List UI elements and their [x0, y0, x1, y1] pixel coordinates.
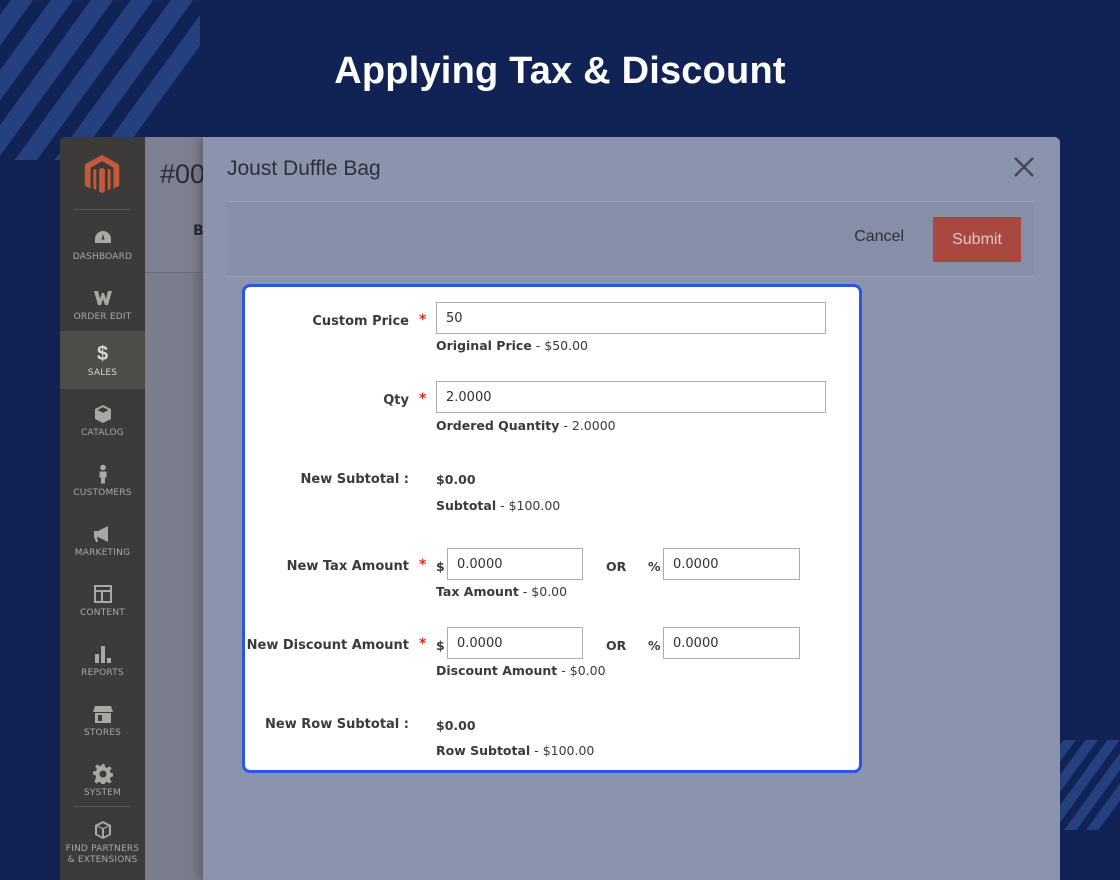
- tax-currency-symbol: $: [436, 559, 445, 574]
- sidebar-item-dashboard[interactable]: DASHBOARD: [60, 215, 145, 273]
- required-mark: *: [419, 312, 427, 328]
- layout-icon: [60, 583, 145, 605]
- note-label: Subtotal: [436, 498, 497, 513]
- required-mark: *: [419, 391, 427, 407]
- sidebar-divider: [74, 209, 131, 210]
- qty-label: Qty: [383, 393, 409, 408]
- sidebar-item-find-partners[interactable]: FIND PARTNERS & EXTENSIONS: [60, 811, 145, 875]
- tax-discount-form: Custom Price * Original Price - $50.00 Q…: [242, 284, 862, 773]
- cancel-button[interactable]: Cancel: [854, 228, 904, 246]
- dashboard-icon: [60, 227, 145, 249]
- tax-or-label: OR: [606, 559, 627, 574]
- new-tax-amount-label: New Tax Amount: [286, 559, 409, 574]
- note-label: Tax Amount: [436, 584, 519, 599]
- sidebar-item-label: CATALOG: [81, 428, 124, 438]
- sidebar-item-stores[interactable]: STORES: [60, 691, 145, 749]
- discount-currency-symbol: $: [436, 638, 445, 653]
- subtotal-note: Subtotal - $100.00: [436, 498, 560, 513]
- new-discount-amount-label: New Discount Amount: [246, 638, 409, 653]
- tax-percent-symbol: %: [648, 559, 661, 574]
- note-label: Discount Amount: [436, 663, 558, 678]
- original-price-note: Original Price - $50.00: [436, 338, 588, 353]
- sidebar-item-marketing[interactable]: MARKETING: [60, 511, 145, 569]
- gear-icon: [60, 763, 145, 785]
- sidebar-item-system[interactable]: SYSTEM: [60, 751, 145, 809]
- sidebar-item-label: SALES: [87, 368, 118, 378]
- tax-amount-input[interactable]: [447, 548, 583, 580]
- sidebar-item-order-edit[interactable]: ORDER EDIT: [60, 275, 145, 333]
- custom-price-input[interactable]: [436, 302, 826, 334]
- cube-icon: [60, 819, 145, 841]
- sidebar-item-label: CONTENT: [80, 608, 125, 618]
- note-label: Original Price: [436, 338, 532, 353]
- custom-price-label: Custom Price: [312, 314, 409, 329]
- sidebar-item-label: CUSTOMERS: [73, 488, 132, 498]
- storefront-icon: [60, 703, 145, 725]
- new-row-subtotal-value: $0.00: [436, 718, 476, 733]
- discount-percent-symbol: %: [648, 638, 661, 653]
- sidebar-item-label: ORDER EDIT: [73, 312, 132, 322]
- box-icon: [60, 403, 145, 425]
- tax-percent-input[interactable]: [663, 548, 800, 580]
- discount-amount-note: Discount Amount - $0.00: [436, 663, 606, 678]
- sidebar-item-label: STORES: [83, 728, 122, 738]
- note-value: - $50.00: [531, 338, 588, 353]
- close-icon[interactable]: [1010, 153, 1038, 181]
- decorative-stripes-bottom-right: [1058, 740, 1120, 830]
- sidebar-divider: [74, 806, 131, 807]
- discount-amount-input[interactable]: [447, 627, 583, 659]
- required-mark: *: [419, 557, 427, 573]
- modal-title: Joust Duffle Bag: [227, 157, 381, 180]
- sidebar-item-content[interactable]: CONTENT: [60, 571, 145, 629]
- note-value: - $0.00: [557, 663, 606, 678]
- row-subtotal-note: Row Subtotal - $100.00: [436, 743, 594, 758]
- sidebar-item-label: DASHBOARD: [72, 252, 133, 262]
- discount-or-label: OR: [606, 638, 627, 653]
- bar-chart-icon: [60, 643, 145, 665]
- tax-amount-note: Tax Amount - $0.00: [436, 584, 567, 599]
- admin-sidebar: DASHBOARD ORDER EDIT $ SALES CATALOG CUS…: [60, 137, 145, 880]
- sidebar-item-label-line1: FIND PARTNERS: [65, 844, 140, 854]
- page-headline: Applying Tax & Discount: [334, 50, 786, 92]
- new-subtotal-value: $0.00: [436, 472, 476, 487]
- submit-button[interactable]: Submit: [933, 217, 1021, 262]
- order-number: #00: [160, 159, 206, 189]
- note-value: - $100.00: [496, 498, 561, 513]
- sidebar-item-label: MARKETING: [74, 548, 131, 558]
- person-icon: [60, 463, 145, 485]
- note-value: - $0.00: [518, 584, 568, 599]
- megaphone-icon: [60, 523, 145, 545]
- qty-input[interactable]: [436, 381, 826, 413]
- sidebar-item-reports[interactable]: REPORTS: [60, 631, 145, 689]
- note-value: - $100.00: [530, 743, 595, 758]
- new-subtotal-label: New Subtotal :: [300, 472, 409, 487]
- required-mark: *: [419, 636, 427, 652]
- dollar-icon: $: [96, 342, 109, 365]
- ordered-quantity-note: Ordered Quantity - 2.0000: [436, 418, 616, 433]
- magento-logo-icon[interactable]: [80, 153, 124, 195]
- new-row-subtotal-label: New Row Subtotal :: [265, 717, 409, 732]
- order-edit-icon: [60, 287, 145, 309]
- note-label: Row Subtotal: [436, 743, 531, 758]
- discount-percent-input[interactable]: [663, 627, 800, 659]
- sidebar-item-label: SYSTEM: [83, 788, 122, 798]
- sidebar-item-catalog[interactable]: CATALOG: [60, 391, 145, 449]
- sidebar-item-label: REPORTS: [81, 668, 124, 678]
- note-label: Ordered Quantity: [436, 418, 560, 433]
- sidebar-item-sales[interactable]: $ SALES: [60, 331, 145, 389]
- note-value: - 2.0000: [559, 418, 616, 433]
- sidebar-item-label-line2: & EXTENSIONS: [67, 855, 138, 865]
- sidebar-item-customers[interactable]: CUSTOMERS: [60, 451, 145, 509]
- modal-action-bar: Cancel Submit: [227, 201, 1034, 277]
